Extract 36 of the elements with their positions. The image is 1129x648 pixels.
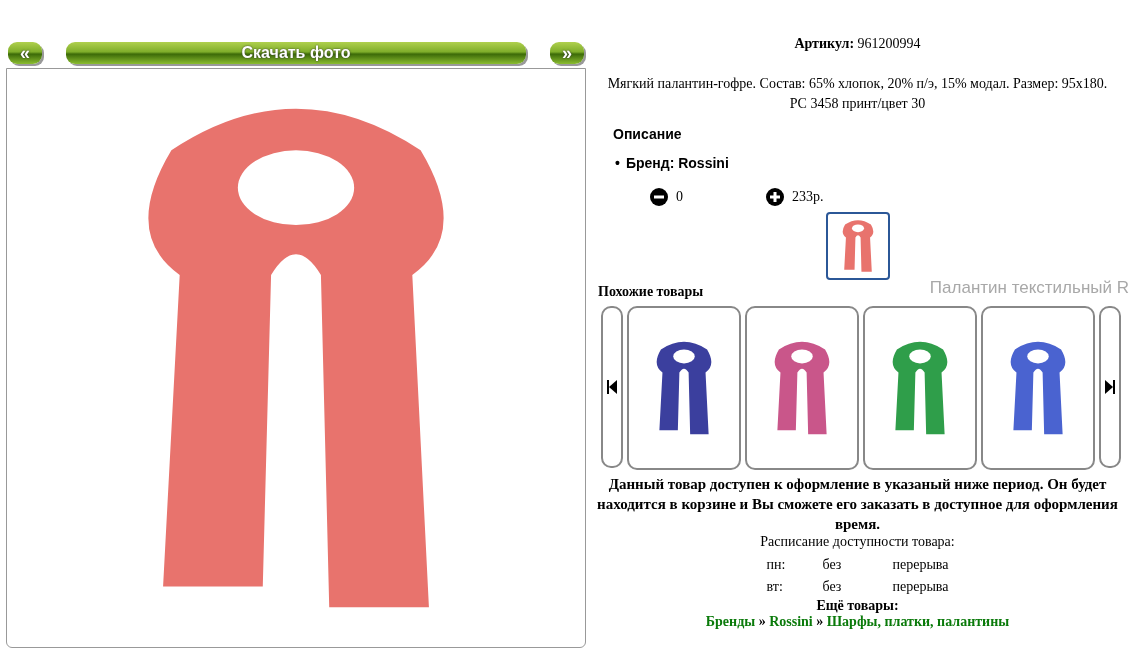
breadcrumb-link[interactable]: Бренды (705, 614, 756, 629)
schedule-title: Расписание доступности товара: (760, 534, 955, 550)
breadcrumb-link[interactable]: Шарфы, платки, палантины (826, 614, 1010, 629)
product-name-hint: Палантин текстильный R (929, 278, 1129, 298)
schedule-to: перерыва (892, 556, 949, 574)
last-button[interactable] (1099, 306, 1121, 468)
breadcrumb-link[interactable]: Rossini (769, 614, 813, 629)
breadcrumb-separator: » (758, 614, 766, 629)
skip-forward-icon (1105, 380, 1115, 394)
thumbnail[interactable] (825, 212, 890, 280)
section-heading: Описание (613, 126, 683, 142)
skip-back-icon (607, 380, 617, 394)
schedule-day: вт: (766, 578, 823, 596)
breadcrumb-separator: » (816, 614, 824, 629)
schedule-from: без (822, 556, 843, 574)
product-card[interactable] (981, 306, 1095, 470)
quantity-value: 0 (676, 189, 684, 205)
product-card[interactable] (745, 306, 859, 470)
previous-button[interactable]: « (8, 42, 42, 64)
plus-icon[interactable] (766, 188, 784, 206)
minus-icon[interactable] (650, 188, 668, 206)
next-button[interactable]: » (550, 42, 584, 64)
availability-notice: Данный товар доступен к оформление в указаный ниже период. Он будет находится в корзине и Вы сможете его заказать в доступное для оформления время. (596, 475, 1119, 534)
schedule-from: без (822, 578, 843, 596)
price: 233р. (792, 189, 824, 205)
schedule-to: перерыва (892, 578, 949, 596)
product-card[interactable] (627, 306, 741, 470)
first-button[interactable] (601, 306, 623, 468)
product-description: Мягкий палантин-гофре. Состав: 65% хлопок, 20% п/э, 15% модал. Размер: 95x180. PC 3458 принт/цвет 30 (606, 75, 1109, 113)
similar-products-title: Похожие товары (598, 284, 704, 300)
more-products-title: Ещё товары: (816, 598, 899, 614)
detail-item: Бренд: Rossini (625, 154, 729, 172)
download-photo-button[interactable]: Скачать фото (66, 42, 526, 64)
schedule-day: пн: (766, 556, 823, 574)
article-number: Артикул: 961200994 (794, 36, 921, 52)
bullet: • (615, 154, 620, 172)
